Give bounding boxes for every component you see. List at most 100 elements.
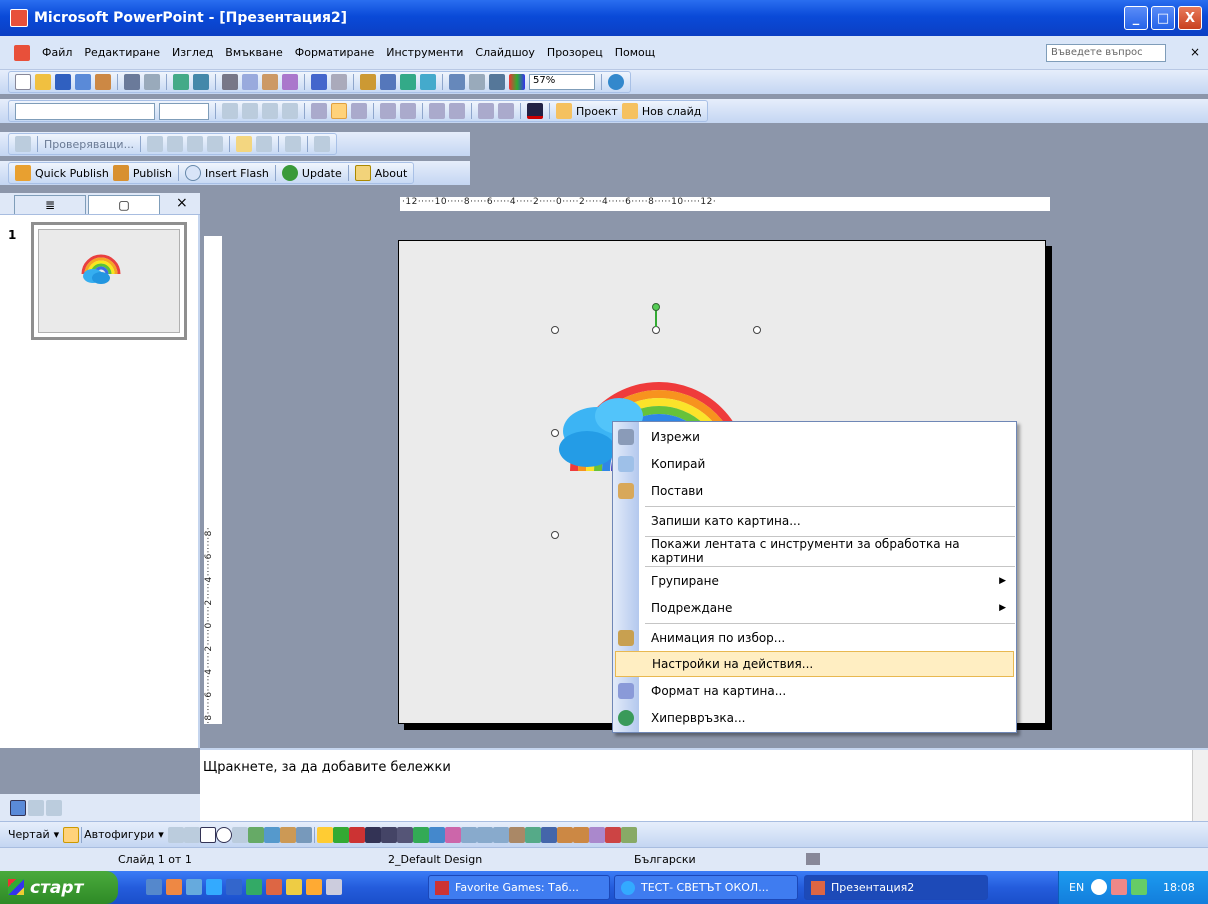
language-bar-icon[interactable] [1091, 879, 1107, 895]
pane-close-icon[interactable]: × [176, 195, 188, 211]
arrow-icon[interactable] [183, 826, 200, 843]
rotate-right-icon[interactable] [492, 826, 509, 843]
3d-style-icon[interactable] [428, 826, 445, 843]
new-slide-icon[interactable] [621, 103, 638, 119]
bold-icon[interactable] [222, 103, 238, 119]
email-icon[interactable] [95, 74, 111, 90]
reviewers-button[interactable]: Проверяващи... [44, 138, 134, 151]
ask-question-input[interactable]: Въведете въпрос [1046, 44, 1166, 62]
next-comment-icon[interactable] [167, 136, 184, 152]
menu-item-action-settings[interactable]: Настройки на действия... [615, 651, 1014, 677]
quicklaunch-ie-icon[interactable] [206, 879, 222, 895]
edit-comment-icon[interactable] [256, 136, 273, 152]
insert-chart-icon[interactable] [360, 74, 376, 90]
snap-icon[interactable] [572, 826, 589, 843]
align-left-icon[interactable] [311, 103, 327, 119]
menu-file[interactable]: Файл [36, 46, 78, 59]
redo-icon[interactable] [331, 74, 347, 90]
menu-item-format-picture[interactable]: Формат на картина... [613, 678, 1016, 704]
bullets-icon[interactable] [400, 103, 416, 119]
menu-item-copy[interactable]: Копирай [613, 451, 1016, 477]
order-icon[interactable] [540, 826, 557, 843]
insert-table-icon[interactable] [380, 74, 396, 90]
increase-font-icon[interactable] [429, 103, 445, 119]
markup-icon[interactable] [15, 136, 31, 152]
task-presentation[interactable]: Презентация2 [804, 875, 988, 900]
paste-toolbar-icon[interactable] [262, 74, 278, 90]
tables-borders-icon[interactable] [400, 74, 416, 90]
menu-format[interactable]: Форматиране [289, 46, 380, 59]
design-button[interactable]: Проект [576, 105, 618, 118]
autoshapes-menu-button[interactable]: Автофигури [84, 828, 154, 841]
font-name-select[interactable] [15, 102, 155, 120]
align-distribute-icon[interactable] [460, 826, 477, 843]
resize-handle-ne[interactable] [753, 326, 761, 334]
resize-handle-nw[interactable] [551, 326, 559, 334]
font-color-draw-icon[interactable] [348, 826, 365, 843]
update-button[interactable]: Update [302, 167, 342, 180]
quicklaunch-desktop-icon[interactable] [146, 879, 162, 895]
draw-menu-button[interactable]: Чертай [8, 828, 50, 841]
insert-comment-icon[interactable] [236, 136, 253, 152]
rotate-left-icon[interactable] [476, 826, 493, 843]
menu-window[interactable]: Прозорец [541, 46, 609, 59]
normal-view-icon[interactable] [10, 800, 26, 816]
language-indicator[interactable]: EN [1069, 881, 1084, 894]
resize-handle-sw[interactable] [551, 531, 559, 539]
menu-insert[interactable]: Вмъкване [219, 46, 288, 59]
quicklaunch-notepad-icon[interactable] [326, 879, 342, 895]
spelling-icon[interactable] [173, 74, 189, 90]
publish-button[interactable]: Publish [133, 167, 172, 180]
show-formatting-icon[interactable] [469, 74, 485, 90]
save-icon[interactable] [55, 74, 71, 90]
color-grayscale-icon[interactable] [509, 74, 525, 90]
shape-effect-icon[interactable] [444, 826, 461, 843]
menu-item-save-as-picture[interactable]: Запиши като картина... [613, 508, 1016, 534]
dash-style-icon[interactable] [380, 826, 397, 843]
open-icon[interactable] [35, 74, 51, 90]
edit-points-icon[interactable] [588, 826, 605, 843]
shadow-icon[interactable] [282, 103, 298, 119]
callout-icon[interactable] [620, 826, 637, 843]
line-icon[interactable] [167, 826, 184, 843]
undo-icon[interactable] [311, 74, 327, 90]
close-doc-icon[interactable]: × [1190, 45, 1200, 59]
select-objects-icon[interactable] [63, 826, 80, 843]
print-icon[interactable] [124, 74, 140, 90]
quicklaunch-app-icon[interactable] [186, 879, 202, 895]
quicklaunch-excel-icon[interactable] [246, 879, 262, 895]
design-icon[interactable] [556, 103, 572, 119]
slideshow-view-icon[interactable] [46, 800, 62, 816]
underline-icon[interactable] [262, 103, 278, 119]
nudge-icon[interactable] [556, 826, 573, 843]
align-right-icon[interactable] [351, 103, 367, 119]
maximize-button[interactable]: □ [1151, 6, 1175, 30]
help-icon[interactable] [608, 74, 624, 90]
menu-item-order[interactable]: Подреждане ▶ [613, 595, 1016, 621]
quicklaunch-media-icon[interactable] [306, 879, 322, 895]
menu-help[interactable]: Помощ [609, 46, 661, 59]
menu-item-hyperlink[interactable]: Хипервръзка... [613, 705, 1016, 731]
rotation-handle[interactable] [652, 303, 660, 311]
menu-item-grouping[interactable]: Групиране ▶ [613, 568, 1016, 594]
quick-publish-button[interactable]: Quick Publish [35, 167, 109, 180]
unapply-change-icon[interactable] [207, 136, 224, 152]
print-preview-icon[interactable] [144, 74, 160, 90]
expand-all-icon[interactable] [449, 74, 465, 90]
menu-item-custom-animation[interactable]: Анимация по избор... [613, 625, 1016, 651]
notes-scrollbar[interactable] [1192, 750, 1208, 821]
cut-icon[interactable] [222, 74, 238, 90]
slide-thumbnail[interactable] [31, 222, 187, 340]
connector-icon[interactable] [604, 826, 621, 843]
decrease-font-icon[interactable] [449, 103, 465, 119]
delete-comment-icon[interactable] [285, 136, 302, 152]
diagram-icon[interactable] [263, 826, 280, 843]
text-box-icon[interactable] [231, 826, 248, 843]
quicklaunch-powerpoint-icon[interactable] [266, 879, 282, 895]
font-color-icon[interactable] [527, 103, 543, 119]
task-favorite-games[interactable]: Favorite Games: Таб... [428, 875, 610, 900]
research-icon[interactable] [193, 74, 209, 90]
new-slide-button[interactable]: Нов слайд [642, 105, 702, 118]
minimize-button[interactable]: _ [1124, 6, 1148, 30]
about-button[interactable]: About [375, 167, 408, 180]
